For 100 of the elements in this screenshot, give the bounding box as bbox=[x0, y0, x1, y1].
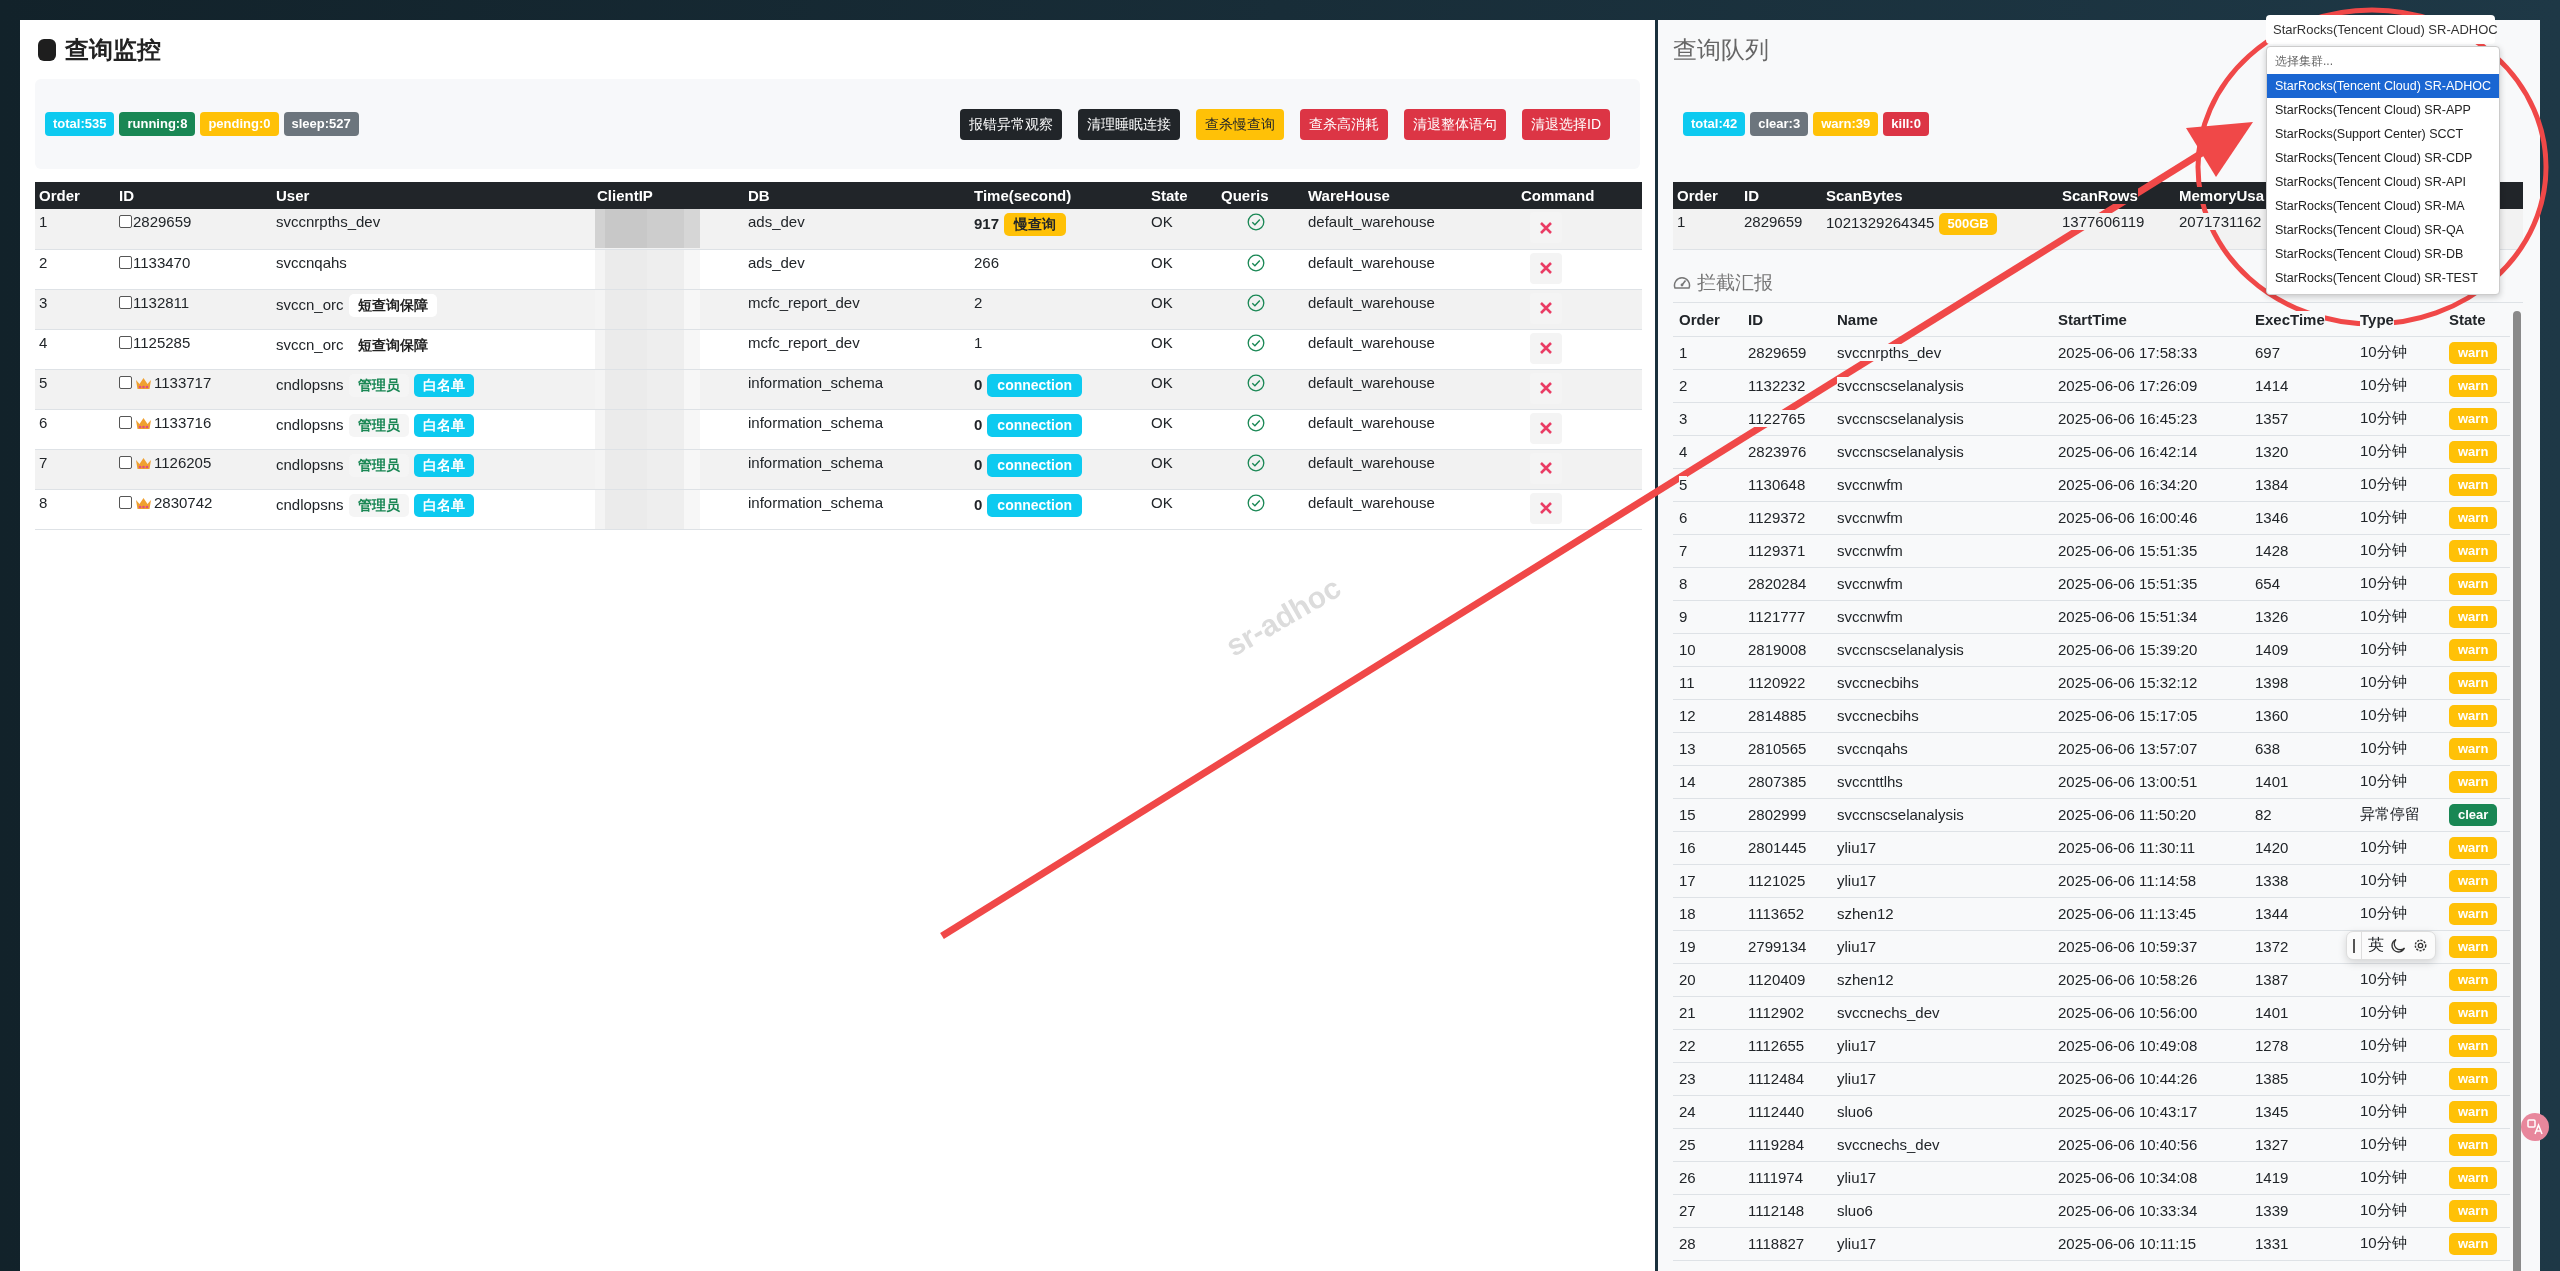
table-cell: information_schema bbox=[744, 489, 970, 529]
cluster-option[interactable]: StarRocks(Tencent Cloud) SR-QA bbox=[2267, 218, 2499, 242]
checkbox[interactable] bbox=[119, 215, 132, 228]
checkbox[interactable] bbox=[119, 255, 132, 269]
translate-icon[interactable] bbox=[2520, 1112, 2550, 1142]
close-icon bbox=[1539, 381, 1553, 395]
checkbox[interactable] bbox=[119, 415, 132, 429]
cluster-option[interactable]: StarRocks(Tencent Cloud) SR-CDP bbox=[2267, 146, 2499, 170]
cell-text: szhen12 bbox=[1837, 905, 1894, 922]
action-button[interactable]: 查杀慢查询 bbox=[1196, 108, 1284, 140]
kill-button[interactable] bbox=[1530, 252, 1562, 284]
column-header: User bbox=[272, 182, 593, 209]
table-cell: default_warehouse bbox=[1304, 449, 1517, 489]
checkbox[interactable] bbox=[119, 295, 132, 309]
action-button[interactable]: 清退整体语句 bbox=[1404, 108, 1506, 140]
cell-text: 10分钟 bbox=[2360, 739, 2407, 756]
table-cell: information_schema bbox=[744, 409, 970, 449]
query-id: 1126205 bbox=[154, 453, 212, 471]
cluster-option[interactable]: StarRocks(Tencent Cloud) SR-APP bbox=[2267, 98, 2499, 122]
cluster-select[interactable]: StarRocks(Tencent Cloud) SR-ADHOC bbox=[2266, 15, 2495, 44]
cell-text: svccnttlhs bbox=[1837, 773, 1903, 790]
action-button[interactable]: 查杀高消耗 bbox=[1300, 108, 1388, 140]
user-tag: 管理员 bbox=[348, 413, 409, 437]
cell-text: 10分钟 bbox=[2360, 970, 2407, 987]
user-name: cndlopsns bbox=[276, 415, 344, 433]
table-cell: 7 bbox=[35, 449, 115, 489]
cell-text: svccnscselanalysis bbox=[1837, 641, 1964, 658]
cell-text: yliu17 bbox=[1837, 872, 1877, 889]
time-value: 1 bbox=[974, 333, 983, 351]
column-header: State bbox=[1147, 182, 1217, 209]
kill-button[interactable] bbox=[1530, 492, 1562, 524]
cluster-option[interactable]: StarRocks(Support Center) SCCT bbox=[2267, 122, 2499, 146]
user-tag: 白名单 bbox=[413, 413, 474, 437]
time-badge: connection bbox=[987, 453, 1082, 477]
settings-icon[interactable] bbox=[2412, 937, 2429, 954]
cell-text: 10分钟 bbox=[2360, 376, 2407, 393]
cell-text: svccnscselanalysis bbox=[1837, 377, 1964, 394]
table-cell: mcfc_report_dev bbox=[744, 289, 970, 329]
cell-text: svccnecbihs bbox=[1837, 707, 1919, 724]
cell-text: 10分钟 bbox=[2360, 1102, 2407, 1119]
status-badge: warn bbox=[2449, 869, 2498, 892]
user-tag: 短查询保障 bbox=[348, 293, 437, 317]
table-cell: OK bbox=[1147, 329, 1217, 369]
cell-text: 1377606119 bbox=[2062, 213, 2145, 230]
checkbox[interactable] bbox=[119, 375, 132, 389]
time-badge: 慢查询 bbox=[1004, 213, 1067, 236]
count-badge: running:8 bbox=[119, 112, 196, 136]
cell-text: svccnscselanalysis bbox=[1837, 443, 1964, 460]
section-title: 拦截汇报 bbox=[1697, 270, 1773, 295]
cell-text: 10分钟 bbox=[2360, 772, 2407, 789]
cell-text: svccnrpths_dev bbox=[1837, 344, 1942, 361]
status-badge: warn bbox=[2449, 1166, 2498, 1189]
table-cell: 1 bbox=[35, 209, 115, 249]
cell-text: svccnwfm bbox=[1837, 575, 1903, 592]
status-badge: warn bbox=[2449, 935, 2498, 958]
count-badge: sleep:527 bbox=[283, 112, 359, 136]
cell-text: 10分钟 bbox=[2360, 904, 2407, 921]
status-badge: warn bbox=[2449, 605, 2498, 628]
table-cell: 6 bbox=[35, 409, 115, 449]
table-cell: default_warehouse bbox=[1304, 489, 1517, 529]
cell-text: 10分钟 bbox=[2360, 706, 2407, 723]
cluster-option[interactable]: StarRocks(Tencent Cloud) SR-API bbox=[2267, 170, 2499, 194]
checkbox[interactable] bbox=[119, 455, 132, 469]
input-mode[interactable]: 英 bbox=[2368, 935, 2384, 956]
table-cell: OK bbox=[1147, 249, 1217, 289]
cell-text: 10分钟 bbox=[2360, 1234, 2407, 1251]
cell-text: 10分钟 bbox=[2360, 1135, 2407, 1152]
cell-text: 10分钟 bbox=[2360, 475, 2407, 492]
kill-button[interactable] bbox=[1530, 412, 1562, 444]
column-header: Queris bbox=[1217, 182, 1304, 209]
checkbox[interactable] bbox=[119, 335, 132, 349]
query-id: 2829659 bbox=[133, 213, 192, 230]
scrollbar[interactable] bbox=[2513, 310, 2521, 1271]
column-header: ID bbox=[115, 182, 272, 209]
count-badge: clear:3 bbox=[1750, 112, 1809, 136]
cell-text: yliu17 bbox=[1837, 938, 1877, 955]
kill-button[interactable] bbox=[1530, 332, 1562, 364]
cluster-option[interactable]: StarRocks(Tencent Cloud) SR-TEST bbox=[2267, 266, 2499, 290]
checkbox[interactable] bbox=[119, 495, 132, 509]
cluster-option[interactable]: StarRocks(Tencent Cloud) SR-DB bbox=[2267, 242, 2499, 266]
action-button[interactable]: 报错异常观察 bbox=[960, 108, 1062, 140]
moon-icon[interactable] bbox=[2390, 937, 2406, 954]
status-badge: warn bbox=[2449, 968, 2498, 991]
status-badge: warn bbox=[2449, 1100, 2498, 1123]
table-cell: ads_dev bbox=[744, 209, 970, 249]
cell-text: 10分钟 bbox=[2360, 508, 2407, 525]
action-button[interactable]: 清理睡眠连接 bbox=[1078, 108, 1180, 140]
query-id: 1133717 bbox=[154, 373, 212, 391]
count-badge: kill:0 bbox=[1883, 112, 1929, 136]
action-button[interactable]: 清退选择ID bbox=[1522, 108, 1610, 140]
cluster-option[interactable]: StarRocks(Tencent Cloud) SR-MA bbox=[2267, 194, 2499, 218]
table-cell: default_warehouse bbox=[1304, 329, 1517, 369]
column-header: Order bbox=[1677, 187, 1718, 204]
query-id: 1125285 bbox=[133, 333, 191, 351]
cell-text: 10分钟 bbox=[2360, 541, 2407, 558]
cell-text: 2071731162 bbox=[2179, 213, 2262, 230]
table-cell: OK bbox=[1147, 369, 1217, 409]
column-header: ScanRows bbox=[2062, 187, 2138, 204]
status-badge: warn bbox=[2449, 902, 2498, 925]
cluster-option[interactable]: StarRocks(Tencent Cloud) SR-ADHOC bbox=[2267, 74, 2499, 98]
